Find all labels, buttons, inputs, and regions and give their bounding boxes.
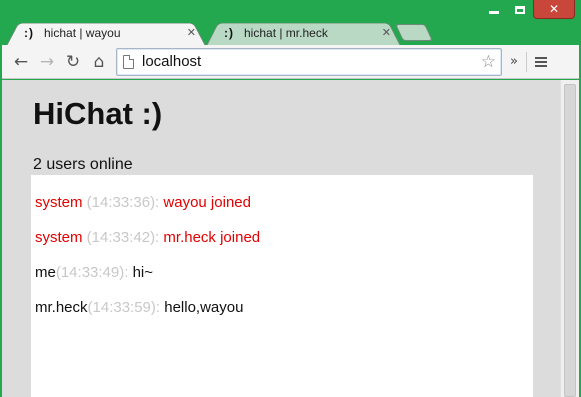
message-time: (14:33:36): [82, 194, 164, 211]
message-item: system (14:33:36): wayou joined [35, 183, 533, 218]
close-icon: ✕ [548, 2, 560, 16]
back-button[interactable]: ← [8, 49, 34, 75]
browser-window: ✕ :) hichat | wayou ✕ :) hichat | mr.hec… [0, 0, 581, 397]
tab-hichat-wayou[interactable]: :) hichat | wayou ✕ [6, 19, 206, 46]
tab-strip: :) hichat | wayou ✕ :) hichat | mr.heck … [0, 17, 581, 46]
message-item: me(14:33:49): hi~ [35, 253, 533, 288]
tab-close-icon[interactable]: ✕ [382, 26, 391, 39]
toolbar-divider [525, 51, 527, 72]
url-text[interactable]: localhost [142, 53, 481, 70]
forward-button[interactable]: → [34, 49, 60, 75]
back-arrow-icon: ← [13, 51, 29, 72]
page-icon [123, 54, 134, 69]
message-text: hello,wayou [164, 299, 244, 316]
message-time: (14:33:49): [55, 264, 133, 281]
message-sender: mr.heck [35, 299, 88, 316]
maximize-icon [515, 5, 525, 14]
extensions-overflow-icon[interactable]: » [510, 54, 518, 69]
tab-hichat-mrheck[interactable]: :) hichat | mr.heck ✕ [206, 19, 401, 46]
forward-arrow-icon: → [39, 51, 55, 72]
message-list: system (14:33:36): wayou joined system (… [31, 175, 533, 397]
message-text: hi~ [132, 264, 153, 281]
bookmark-star-icon[interactable]: ☆ [481, 52, 496, 72]
message-text: mr.heck joined [163, 229, 261, 246]
vertical-scrollbar[interactable] [560, 80, 579, 397]
message-time: (14:33:42): [82, 229, 164, 246]
scrollbar-thumb[interactable] [564, 84, 576, 397]
tab-favicon: :) [24, 25, 34, 40]
reload-button[interactable]: ↻ [60, 49, 86, 75]
message-time: (14:33:59): [87, 299, 165, 316]
tab-close-icon[interactable]: ✕ [187, 26, 196, 39]
reload-icon: ↻ [65, 51, 81, 72]
browser-toolbar: ← → ↻ ⌂ localhost ☆ » [2, 45, 579, 79]
message-sender: me [35, 264, 56, 281]
home-icon: ⌂ [93, 51, 105, 72]
message-text: wayou joined [163, 194, 251, 211]
minimize-icon [489, 11, 499, 14]
online-status: 2 users online [33, 156, 133, 173]
new-tab-button[interactable] [395, 24, 433, 41]
message-sender: system [35, 229, 83, 246]
address-bar[interactable]: localhost ☆ [116, 47, 502, 76]
menu-icon[interactable] [534, 56, 547, 67]
message-sender: system [35, 194, 83, 211]
hichat-page: HiChat :) 2 users online system (14:33:3… [2, 80, 560, 397]
home-button[interactable]: ⌂ [86, 49, 112, 75]
message-item: mr.heck(14:33:59): hello,wayou [35, 288, 533, 323]
page-title: HiChat :) [33, 96, 163, 131]
message-item: system (14:33:42): mr.heck joined [35, 218, 533, 253]
page-viewport: HiChat :) 2 users online system (14:33:3… [2, 80, 579, 397]
tab-title: hichat | wayou [44, 25, 121, 40]
tab-title: hichat | mr.heck [244, 25, 328, 40]
tab-favicon: :) [224, 25, 234, 40]
